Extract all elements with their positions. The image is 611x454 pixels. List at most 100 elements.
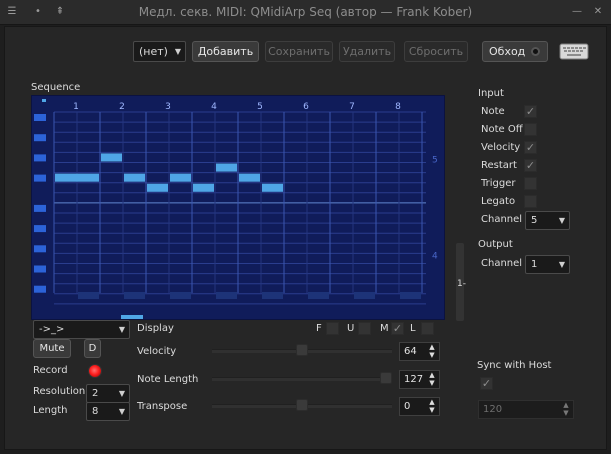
key-indicator bbox=[34, 285, 46, 293]
input-legato-checkbox[interactable] bbox=[524, 195, 537, 208]
spin-down-icon[interactable]: ▼ bbox=[428, 407, 436, 414]
preset-value: (нет) bbox=[139, 45, 168, 58]
note-length-slider-track[interactable] bbox=[212, 377, 392, 381]
sequence-step bbox=[55, 173, 99, 182]
key-indicator bbox=[34, 174, 46, 182]
beat-number: 3 bbox=[165, 102, 171, 112]
input-note-checkbox[interactable]: ✓ bbox=[524, 105, 537, 118]
bypass-led-icon bbox=[531, 47, 540, 56]
save-button[interactable]: Сохранить bbox=[265, 41, 333, 62]
loop-mode-select[interactable]: ->_> ▼ bbox=[33, 320, 130, 339]
preset-select[interactable]: (нет) ▼ bbox=[133, 41, 186, 62]
bottom-step-cell bbox=[216, 292, 237, 299]
key-indicator bbox=[34, 225, 46, 233]
display-l-checkbox[interactable] bbox=[421, 322, 434, 335]
length-label: Length bbox=[33, 405, 68, 416]
note-length-label: Note Length bbox=[137, 374, 199, 385]
input-note-off-checkbox[interactable] bbox=[524, 123, 537, 136]
output-channel-label: Channel bbox=[481, 258, 523, 269]
display-l-label: L bbox=[410, 323, 416, 334]
input-trigger-checkbox[interactable] bbox=[524, 177, 537, 190]
note-length-spinbox[interactable]: 127 ▲ ▼ bbox=[399, 370, 440, 389]
side-marker: 1- bbox=[457, 279, 466, 289]
sequence-step bbox=[262, 183, 283, 192]
key-indicator bbox=[34, 134, 46, 142]
beat-number: 5 bbox=[257, 102, 263, 112]
spin-up-icon[interactable]: ▲ bbox=[428, 372, 436, 379]
spin-up-icon[interactable]: ▲ bbox=[428, 399, 436, 406]
display-f-label: F bbox=[316, 323, 322, 334]
display-f-checkbox[interactable] bbox=[326, 322, 339, 335]
sequence-grid[interactable]: 1 2 3 4 5 6 7 8 5 4 bbox=[31, 95, 445, 320]
input-velocity-checkbox[interactable]: ✓ bbox=[524, 141, 537, 154]
input-note-label: Note bbox=[481, 106, 505, 117]
delete-button[interactable]: Удалить bbox=[339, 41, 395, 62]
transpose-spinbox[interactable]: 0 ▲ ▼ bbox=[399, 397, 440, 416]
playhead-dot bbox=[42, 99, 46, 102]
input-trigger-label: Trigger bbox=[481, 178, 516, 189]
d-button[interactable]: D bbox=[84, 339, 101, 358]
transpose-value: 0 bbox=[404, 401, 411, 412]
reset-button[interactable]: Сбросить bbox=[404, 41, 468, 62]
sequence-step bbox=[239, 173, 260, 182]
keyboard-icon[interactable] bbox=[559, 40, 589, 62]
transpose-slider-knob[interactable] bbox=[296, 399, 308, 411]
input-velocity-label: Velocity bbox=[481, 142, 521, 153]
window-title: Медл. секв. MIDI: QMidiArp Seq (автор — … bbox=[138, 5, 473, 19]
bottom-step-cell bbox=[308, 292, 329, 299]
record-button[interactable] bbox=[88, 364, 102, 378]
velocity-slider-knob[interactable] bbox=[296, 344, 308, 356]
bottom-step-cell bbox=[170, 292, 191, 299]
sync-label: Sync with Host bbox=[477, 360, 552, 371]
display-label: Display bbox=[137, 323, 174, 334]
velocity-spinbox[interactable]: 64 ▲ ▼ bbox=[399, 342, 440, 361]
input-channel-label: Channel bbox=[481, 214, 523, 225]
close-icon[interactable]: ✕ bbox=[592, 6, 604, 18]
chevron-down-icon: ▼ bbox=[118, 325, 125, 334]
input-legato-label: Legato bbox=[481, 196, 516, 207]
resolution-label: Resolution bbox=[33, 386, 86, 397]
transpose-label: Transpose bbox=[137, 401, 188, 412]
display-u-checkbox[interactable] bbox=[358, 322, 371, 335]
spin-up-icon[interactable]: ▲ bbox=[562, 402, 570, 409]
display-m-checkbox[interactable]: ✓ bbox=[391, 322, 404, 335]
playhead-marker bbox=[121, 315, 143, 319]
input-heading: Input bbox=[478, 88, 504, 99]
length-select[interactable]: 8 ▼ bbox=[86, 402, 130, 421]
sync-checkbox[interactable]: ✓ bbox=[480, 377, 493, 390]
length-value: 8 bbox=[92, 406, 99, 417]
resolution-select[interactable]: 2 ▼ bbox=[86, 384, 130, 403]
input-restart-checkbox[interactable]: ✓ bbox=[524, 159, 537, 172]
bottom-step-cell bbox=[78, 292, 99, 299]
bypass-button[interactable]: Обход bbox=[482, 41, 548, 62]
spin-down-icon[interactable]: ▼ bbox=[428, 352, 436, 359]
bottom-step-cell bbox=[354, 292, 375, 299]
chevron-down-icon: ▼ bbox=[174, 47, 181, 56]
beat-number: 7 bbox=[349, 102, 355, 112]
bottom-step-cell bbox=[262, 292, 283, 299]
spin-down-icon[interactable]: ▼ bbox=[562, 410, 570, 417]
display-m-label: M bbox=[380, 323, 389, 334]
input-note-off-label: Note Off bbox=[481, 124, 523, 135]
octave-label: 5 bbox=[432, 156, 438, 166]
mute-button[interactable]: Mute bbox=[33, 339, 71, 358]
chevron-down-icon: ▼ bbox=[118, 407, 125, 416]
sequence-step bbox=[170, 173, 191, 182]
input-channel-select[interactable]: 5 ▼ bbox=[525, 211, 570, 230]
sequence-step bbox=[216, 163, 237, 172]
spin-up-icon[interactable]: ▲ bbox=[428, 344, 436, 351]
octave-label: 4 bbox=[432, 251, 438, 261]
output-channel-value: 1 bbox=[531, 259, 538, 270]
add-button[interactable]: Добавить bbox=[192, 41, 259, 62]
spin-down-icon[interactable]: ▼ bbox=[428, 380, 436, 387]
note-length-slider-knob[interactable] bbox=[380, 372, 392, 384]
tempo-spinbox[interactable]: 120 ▲ ▼ bbox=[478, 400, 574, 419]
key-indicator bbox=[34, 265, 46, 273]
output-channel-select[interactable]: 1 ▼ bbox=[525, 255, 570, 274]
key-indicator bbox=[34, 204, 46, 212]
display-u-label: U bbox=[347, 323, 355, 334]
tempo-value: 120 bbox=[483, 404, 503, 415]
minimize-icon[interactable]: — bbox=[571, 6, 583, 18]
record-label: Record bbox=[33, 365, 68, 376]
input-channel-value: 5 bbox=[531, 215, 538, 226]
